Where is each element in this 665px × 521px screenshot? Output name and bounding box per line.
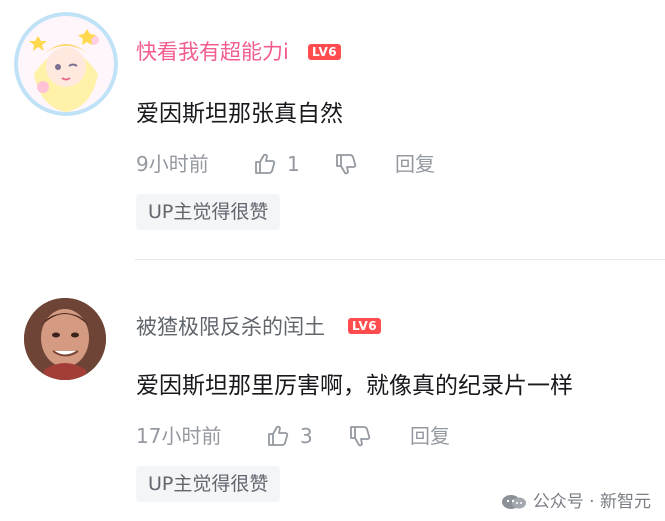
user-level-badge: LV6 (348, 318, 382, 334)
username[interactable]: 快看我有超能力i (136, 40, 289, 64)
thumbs-down-icon[interactable] (334, 152, 358, 176)
person-avatar-photo (24, 298, 106, 380)
avatar[interactable] (14, 12, 118, 116)
up-liked-badge: UP主觉得很赞 (136, 194, 281, 230)
comment-divider (135, 259, 665, 260)
user-level-badge: LV6 (308, 44, 342, 60)
thumbs-down-icon[interactable] (348, 424, 372, 448)
comment-item: 快看我有超能力i LV6 爱因斯坦那张真自然 9小时前 1 回复 UP主觉得很赞 (0, 0, 665, 260)
like-count: 3 (300, 424, 313, 448)
comment-content: 爱因斯坦那里厉害啊，就像真的纪录片一样 (136, 373, 573, 399)
comment-time: 9小时前 (136, 152, 209, 176)
up-liked-badge: UP主觉得很赞 (136, 466, 281, 502)
wechat-icon (501, 495, 526, 509)
comment-time: 17小时前 (136, 424, 222, 448)
comment-content: 爱因斯坦那张真自然 (136, 101, 343, 127)
avatar[interactable] (24, 298, 106, 380)
reply-button[interactable]: 回复 (410, 424, 450, 448)
watermark: 公众号 · 新智元 (501, 492, 651, 512)
anime-avatar-illustration (14, 12, 118, 116)
reply-button[interactable]: 回复 (395, 152, 435, 176)
watermark-text: 公众号 · 新智元 (532, 492, 651, 512)
like-count: 1 (287, 152, 300, 176)
username[interactable]: 被猹极限反杀的闰土 (136, 315, 325, 339)
thumbs-up-icon[interactable] (266, 424, 290, 448)
thumbs-up-icon[interactable] (253, 152, 277, 176)
